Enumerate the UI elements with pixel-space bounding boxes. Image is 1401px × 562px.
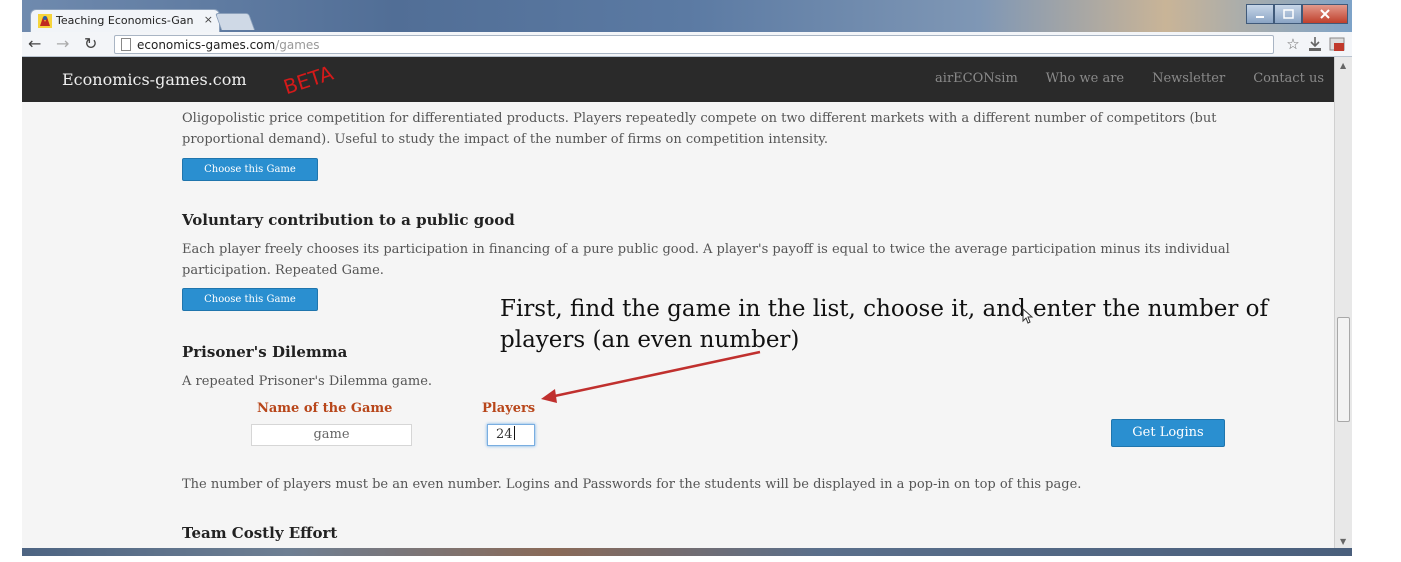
nav-link-newsletter[interactable]: Newsletter [1152, 71, 1225, 86]
players-note: The number of players must be an even nu… [182, 477, 1082, 492]
window-controls [1246, 4, 1348, 24]
site-brand[interactable]: Economics-games.com [62, 70, 247, 89]
choose-game-button-public-good[interactable]: Choose this Game [182, 288, 318, 311]
minimize-button[interactable] [1246, 4, 1274, 24]
game-title-prisoners-dilemma: Prisoner's Dilemma [182, 343, 348, 361]
choose-game-button-oligopoly[interactable]: Choose this Game [182, 158, 318, 181]
os-taskbar [22, 548, 1352, 556]
tab-close-icon[interactable]: × [204, 13, 213, 26]
minimize-icon [1256, 16, 1264, 18]
oligopoly-description: Oligopolistic price competition for diff… [182, 111, 1217, 147]
get-logins-button[interactable]: Get Logins [1111, 419, 1225, 447]
page-scrollbar[interactable]: ▲ ▼ [1334, 57, 1352, 548]
download-icon[interactable] [1306, 35, 1324, 53]
beta-badge: BETA [280, 60, 337, 100]
scroll-down-icon[interactable]: ▼ [1340, 537, 1346, 546]
players-input[interactable]: 24 [487, 424, 535, 446]
scroll-up-icon[interactable]: ▲ [1340, 61, 1346, 70]
browser-toolbar: ← → ↻ economics-games.com/games ☆ [22, 32, 1352, 57]
maximize-button[interactable] [1274, 4, 1302, 24]
game-title-public-good: Voluntary contribution to a public good [182, 211, 515, 229]
public-good-description: Each player freely chooses its participa… [182, 242, 1230, 278]
address-bar[interactable]: economics-games.com/games [114, 35, 1274, 54]
game-name-label: Name of the Game [257, 401, 393, 416]
prisoners-description: A repeated Prisoner's Dilemma game. [182, 374, 433, 389]
close-window-button[interactable] [1302, 4, 1348, 24]
text-caret [513, 426, 515, 440]
extension-icon[interactable] [1328, 35, 1346, 53]
players-label: Players [482, 401, 536, 416]
nav-link-airecon[interactable]: airECONsim [935, 71, 1018, 86]
game-title-team-costly-effort: Team Costly Effort [182, 524, 338, 542]
browser-tab[interactable]: Teaching Economics-Gan × [30, 9, 220, 32]
favicon-icon [38, 14, 52, 28]
url-text[interactable]: economics-games.com/games [137, 38, 320, 52]
site-navbar: Economics-games.com BETA airECONsim Who … [22, 57, 1334, 102]
nav-link-contact[interactable]: Contact us [1253, 71, 1324, 86]
nav-link-who-we-are[interactable]: Who we are [1046, 71, 1124, 86]
page-icon [121, 38, 131, 51]
nav-links: airECONsim Who we are Newsletter Contact… [935, 71, 1324, 86]
maximize-icon [1283, 9, 1294, 19]
tutorial-annotation: First, find the game in the list, choose… [500, 296, 1269, 353]
close-icon [1320, 9, 1330, 19]
reload-icon[interactable]: ↻ [84, 34, 97, 53]
tab-title: Teaching Economics-Gan [56, 14, 194, 27]
back-arrow-icon[interactable]: ← [28, 34, 41, 53]
browser-window: Teaching Economics-Gan × ← → ↻ economics… [22, 0, 1352, 556]
star-icon[interactable]: ☆ [1284, 35, 1302, 53]
page-content: Oligopolistic price competition for diff… [22, 102, 1334, 556]
game-name-input[interactable]: game [251, 424, 412, 446]
players-value: 24 [496, 427, 513, 442]
mouse-cursor-icon [1022, 308, 1034, 324]
scroll-thumb[interactable] [1337, 317, 1350, 422]
forward-arrow-icon[interactable]: → [56, 34, 69, 53]
tab-strip: Teaching Economics-Gan × [22, 0, 1352, 32]
new-tab-button[interactable] [214, 13, 256, 30]
